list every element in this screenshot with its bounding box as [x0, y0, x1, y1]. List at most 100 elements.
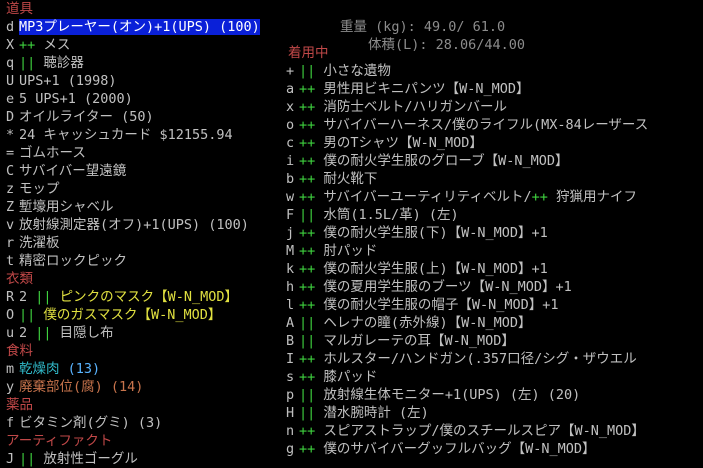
item-hotkey: k [286, 261, 295, 277]
item-name: 僕の耐火学生服(上)【W-N_MOD】+1 [315, 261, 548, 277]
worn-item[interactable]: a ++ 男性用ビキニパンツ【W-N_MOD】 [282, 80, 703, 98]
item-marker: ++ [299, 189, 316, 205]
category-header-food: 食料 [6, 343, 33, 359]
worn-item[interactable]: + || 小さな遺物 [282, 62, 703, 80]
worn-item[interactable]: w ++ サバイバーユーティリティベルト/++ 狩猟用ナイフ [282, 188, 703, 206]
inventory-item[interactable]: d MP3プレーヤー(オン)+1(UPS) (100) [0, 18, 282, 36]
item-name: 肘パッド [315, 243, 378, 259]
inventory-item[interactable]: t 精密ロックピック [0, 252, 282, 270]
category-header-tools: 道具 [6, 1, 33, 17]
worn-item[interactable]: l ++ 僕の耐火学生服の帽子【W-N_MOD】+1 [282, 296, 703, 314]
item-hotkey: g [286, 441, 295, 457]
item-hotkey: * [6, 127, 15, 143]
inventory-list: 道具 d MP3プレーヤー(オン)+1(UPS) (100) X ++ メス q || 聴… [0, 0, 282, 468]
item-count: (13) [59, 361, 101, 377]
item-hotkey: u [6, 325, 15, 341]
item-name: ビタミン剤(グミ) (3) [19, 415, 163, 431]
item-marker: ++ [299, 153, 316, 169]
item-hotkey: q [6, 55, 15, 71]
item-name: 塹壕用シャベル [19, 199, 114, 215]
worn-item[interactable]: g ++ 僕のサバイバーグッフルバッグ【W-N_MOD】 [282, 440, 703, 458]
item-name: 放射線生体モニター+1(UPS) (左) (20) [315, 387, 581, 403]
item-hotkey: w [286, 189, 295, 205]
inventory-item[interactable]: e5 UPS+1 (2000) [0, 90, 282, 108]
item-name: オイルライター (50) [19, 109, 154, 125]
worn-item[interactable]: p || 放射線生体モニター+1(UPS) (左) (20) [282, 386, 703, 404]
worn-item[interactable]: A || ヘレナの瞳(赤外線)【W-N_MOD】 [282, 314, 703, 332]
item-marker: || [299, 315, 316, 331]
inventory-item[interactable]: C サバイバー望遠鏡 [0, 162, 282, 180]
worn-item[interactable]: i ++ 僕の耐火学生服のグローブ【W-N_MOD】 [282, 152, 703, 170]
worn-item[interactable]: I ++ ホルスター/ハンドガン(.357口径/シグ・ザウエル [282, 350, 703, 368]
item-name: 膝パッド [315, 369, 378, 385]
item-hotkey: f [6, 415, 15, 431]
inventory-item[interactable]: J || 放射性ゴーグル [0, 450, 282, 468]
inventory-item[interactable]: m 乾燥肉 (13) [0, 360, 282, 378]
item-hotkey: + [286, 63, 295, 79]
item-hotkey: y [6, 379, 15, 395]
item-hotkey: s [286, 369, 295, 385]
inventory-item[interactable]: y 廃棄部位(腐) (14) [0, 378, 282, 396]
weight-readout: 重量 (kg): 49.0/ 61.0 [340, 19, 506, 35]
item-hotkey: D [6, 109, 15, 125]
item-count: (14) [102, 379, 144, 395]
worn-item[interactable]: h ++ 僕の夏用学生服のブーツ【W-N_MOD】+1 [282, 278, 703, 296]
category-header-artifact: アーティファクト [6, 433, 113, 449]
worn-item[interactable]: M ++ 肘パッド [282, 242, 703, 260]
worn-item[interactable]: b ++ 耐火靴下 [282, 170, 703, 188]
item-marker: ++ [299, 351, 316, 367]
worn-item[interactable]: H || 潜水腕時計 (左) [282, 404, 703, 422]
item-name: 廃棄部位(腐) [19, 379, 103, 395]
worn-item[interactable]: c ++ 男のTシャツ【W-N_MOD】 [282, 134, 703, 152]
worn-item[interactable]: F || 水筒(1.5L/革) (左) [282, 206, 703, 224]
inventory-item[interactable]: = ゴムホース [0, 144, 282, 162]
inventory-item[interactable]: * 24 キャッシュカード $12155.94 [0, 126, 282, 144]
item-marker: ++ [299, 225, 316, 241]
category-header-meds: 薬品 [6, 397, 33, 413]
inventory-item[interactable]: X ++ メス [0, 36, 282, 54]
inventory-item[interactable]: q || 聴診器 [0, 54, 282, 72]
item-name: 水筒(1.5L/革) (左) [315, 207, 459, 223]
inventory-item[interactable]: u2 || 目隠し布 [0, 324, 282, 342]
item-marker: || [299, 207, 316, 223]
inventory-item[interactable]: D オイルライター (50) [0, 108, 282, 126]
category-header-worn: 着用中 [288, 45, 329, 61]
item-hotkey: v [6, 217, 15, 233]
worn-item[interactable]: B || マルガレーテの耳【W-N_MOD】 [282, 332, 703, 350]
worn-item[interactable]: x ++ 消防士ベルト/ハリガンバール [282, 98, 703, 116]
inventory-item[interactable]: z モップ [0, 180, 282, 198]
item-name: モップ [19, 181, 60, 197]
item-name: 乾燥肉 [19, 361, 60, 377]
item-name: 潜水腕時計 (左) [315, 405, 429, 421]
inventory-item[interactable]: Z 塹壕用シャベル [0, 198, 282, 216]
item-hotkey: l [286, 297, 295, 313]
item-name: 聴診器 [35, 55, 84, 71]
item-marker: || [19, 451, 36, 467]
worn-item[interactable]: k ++ 僕の耐火学生服(上)【W-N_MOD】+1 [282, 260, 703, 278]
item-name: UPS+1 (1998) [19, 73, 117, 89]
item-name: マルガレーテの耳【W-N_MOD】 [315, 333, 515, 349]
inventory-item[interactable]: O || 僕のガスマスク【W-N_MOD】 [0, 306, 282, 324]
worn-item[interactable]: o ++ サバイバーハーネス/僕のライフル(MX-84レーザース [282, 116, 703, 134]
inventory-item[interactable]: U UPS+1 (1998) [0, 72, 282, 90]
worn-item[interactable]: s ++ 膝パッド [282, 368, 703, 386]
inventory-item[interactable]: r 洗濯板 [0, 234, 282, 252]
inventory-item[interactable]: f ビタミン剤(グミ) (3) [0, 414, 282, 432]
worn-item[interactable]: n ++ スピアストラップ/僕のスチールスピア【W-N_MOD】 [282, 422, 703, 440]
inventory-item[interactable]: R2 || ピンクのマスク【W-N_MOD】 [0, 288, 282, 306]
inventory-item[interactable]: v 放射線測定器(オフ)+1(UPS) (100) [0, 216, 282, 234]
item-hotkey: p [286, 387, 295, 403]
item-hotkey: e [6, 91, 15, 107]
item-marker: ++ [531, 189, 548, 205]
worn-item[interactable]: j ++ 僕の耐火学生服(下)【W-N_MOD】+1 [282, 224, 703, 242]
item-name: 24 キャッシュカード $12155.94 [19, 127, 233, 143]
item-marker: || [19, 55, 36, 71]
item-name: サバイバー望遠鏡 [19, 163, 127, 179]
item-name: サバイバーハーネス/僕のライフル(MX-84レーザース [315, 117, 649, 133]
item-hotkey: a [286, 81, 295, 97]
item-name: ピンクのマスク【W-N_MOD】 [51, 289, 239, 305]
item-hotkey: d [6, 19, 15, 35]
item-hotkey: C [6, 163, 15, 179]
item-name: 5 UPS+1 (2000) [19, 91, 133, 107]
item-hotkey: Z [6, 199, 15, 215]
